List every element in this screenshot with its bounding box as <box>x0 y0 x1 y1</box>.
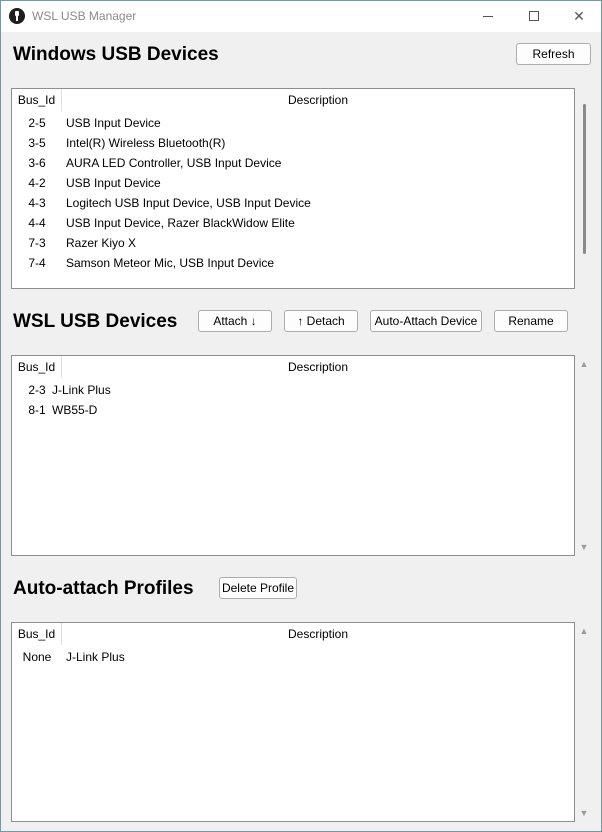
table-row[interactable]: 4-3 Logitech USB Input Device, USB Input… <box>12 193 574 213</box>
auto-attach-device-button[interactable]: Auto-Attach Device <box>370 310 482 332</box>
bus-id-cell: 4-3 <box>28 196 46 210</box>
windows-devices-table[interactable]: Bus_Id Description 2-5 USB Input Device … <box>11 88 575 289</box>
maximize-icon <box>529 11 539 21</box>
app-window: WSL USB Manager ✕ Windows USB Devices Re… <box>0 0 602 832</box>
bus-id-cell: 7-4 <box>28 256 46 270</box>
table-row[interactable]: None J-Link Plus <box>12 647 574 667</box>
bus-id-cell: 3-5 <box>28 136 46 150</box>
wsl-devices-table[interactable]: Bus_Id Description 2-3 J-Link Plus 8-1 W… <box>11 355 575 556</box>
bus-id-cell: 4-2 <box>28 176 46 190</box>
column-header-bus-id[interactable]: Bus_Id <box>12 89 62 111</box>
minimize-button[interactable] <box>465 1 511 32</box>
description-cell: AURA LED Controller, USB Input Device <box>66 156 282 170</box>
bus-id-cell: 2-5 <box>28 116 46 130</box>
bus-id-cell: 3-6 <box>28 156 46 170</box>
column-header-bus-id[interactable]: Bus_Id <box>12 356 62 378</box>
description-cell: Logitech USB Input Device, USB Input Dev… <box>66 196 311 210</box>
description-cell: J-Link Plus <box>52 383 111 397</box>
description-cell: Intel(R) Wireless Bluetooth(R) <box>66 136 226 150</box>
rename-button[interactable]: Rename <box>494 310 568 332</box>
column-header-bus-id[interactable]: Bus_Id <box>12 623 62 645</box>
maximize-button[interactable] <box>511 1 557 32</box>
table-row[interactable]: 2-5 USB Input Device <box>12 113 574 133</box>
close-icon: ✕ <box>573 8 585 24</box>
profiles-table[interactable]: Bus_Id Description None J-Link Plus <box>11 622 575 822</box>
windows-devices-title: Windows USB Devices <box>13 44 219 65</box>
refresh-button[interactable]: Refresh <box>516 43 591 65</box>
windows-devices-scrollbar[interactable] <box>583 104 586 254</box>
table-row[interactable]: 4-2 USB Input Device <box>12 173 574 193</box>
scroll-down-arrow-icon[interactable]: ▼ <box>577 542 591 552</box>
scroll-up-arrow-icon[interactable]: ▲ <box>577 626 591 636</box>
minimize-icon <box>483 16 493 17</box>
table-row[interactable]: 7-3 Razer Kiyo X <box>12 233 574 253</box>
table-header: Bus_Id Description <box>12 623 574 645</box>
window-title: WSL USB Manager <box>32 9 137 23</box>
scroll-up-arrow-icon[interactable]: ▲ <box>577 359 591 369</box>
table-header: Bus_Id Description <box>12 89 574 111</box>
description-cell: Samson Meteor Mic, USB Input Device <box>66 256 275 270</box>
table-row[interactable]: 7-4 Samson Meteor Mic, USB Input Device <box>12 253 574 273</box>
bus-id-cell: None <box>22 650 52 664</box>
detach-button[interactable]: ↑ Detach <box>284 310 358 332</box>
bus-id-cell: 7-3 <box>28 236 46 250</box>
description-cell: USB Input Device <box>66 176 161 190</box>
description-cell: Razer Kiyo X <box>66 236 137 250</box>
attach-button[interactable]: Attach ↓ <box>198 310 272 332</box>
table-row[interactable]: 4-4 USB Input Device, Razer BlackWidow E… <box>12 213 574 233</box>
column-header-description[interactable]: Description <box>62 623 574 645</box>
scroll-down-arrow-icon[interactable]: ▼ <box>577 808 591 818</box>
bus-id-cell: 4-4 <box>28 216 46 230</box>
description-cell: USB Input Device, Razer BlackWidow Elite <box>66 216 295 230</box>
table-row[interactable]: 3-6 AURA LED Controller, USB Input Devic… <box>12 153 574 173</box>
close-button[interactable]: ✕ <box>556 1 602 32</box>
delete-profile-button[interactable]: Delete Profile <box>219 577 297 599</box>
table-header: Bus_Id Description <box>12 356 574 378</box>
column-header-description[interactable]: Description <box>62 89 574 111</box>
description-cell: USB Input Device <box>66 116 161 130</box>
usb-app-icon <box>9 8 25 24</box>
wsl-devices-title: WSL USB Devices <box>13 311 178 332</box>
description-cell: WB55-D <box>52 403 98 417</box>
table-row[interactable]: 8-1 WB55-D <box>12 400 574 420</box>
column-header-description[interactable]: Description <box>62 356 574 378</box>
description-cell: J-Link Plus <box>66 650 125 664</box>
profiles-title: Auto-attach Profiles <box>13 578 194 599</box>
title-bar: WSL USB Manager ✕ <box>1 1 601 32</box>
table-row[interactable]: 3-5 Intel(R) Wireless Bluetooth(R) <box>12 133 574 153</box>
table-row[interactable]: 2-3 J-Link Plus <box>12 380 574 400</box>
